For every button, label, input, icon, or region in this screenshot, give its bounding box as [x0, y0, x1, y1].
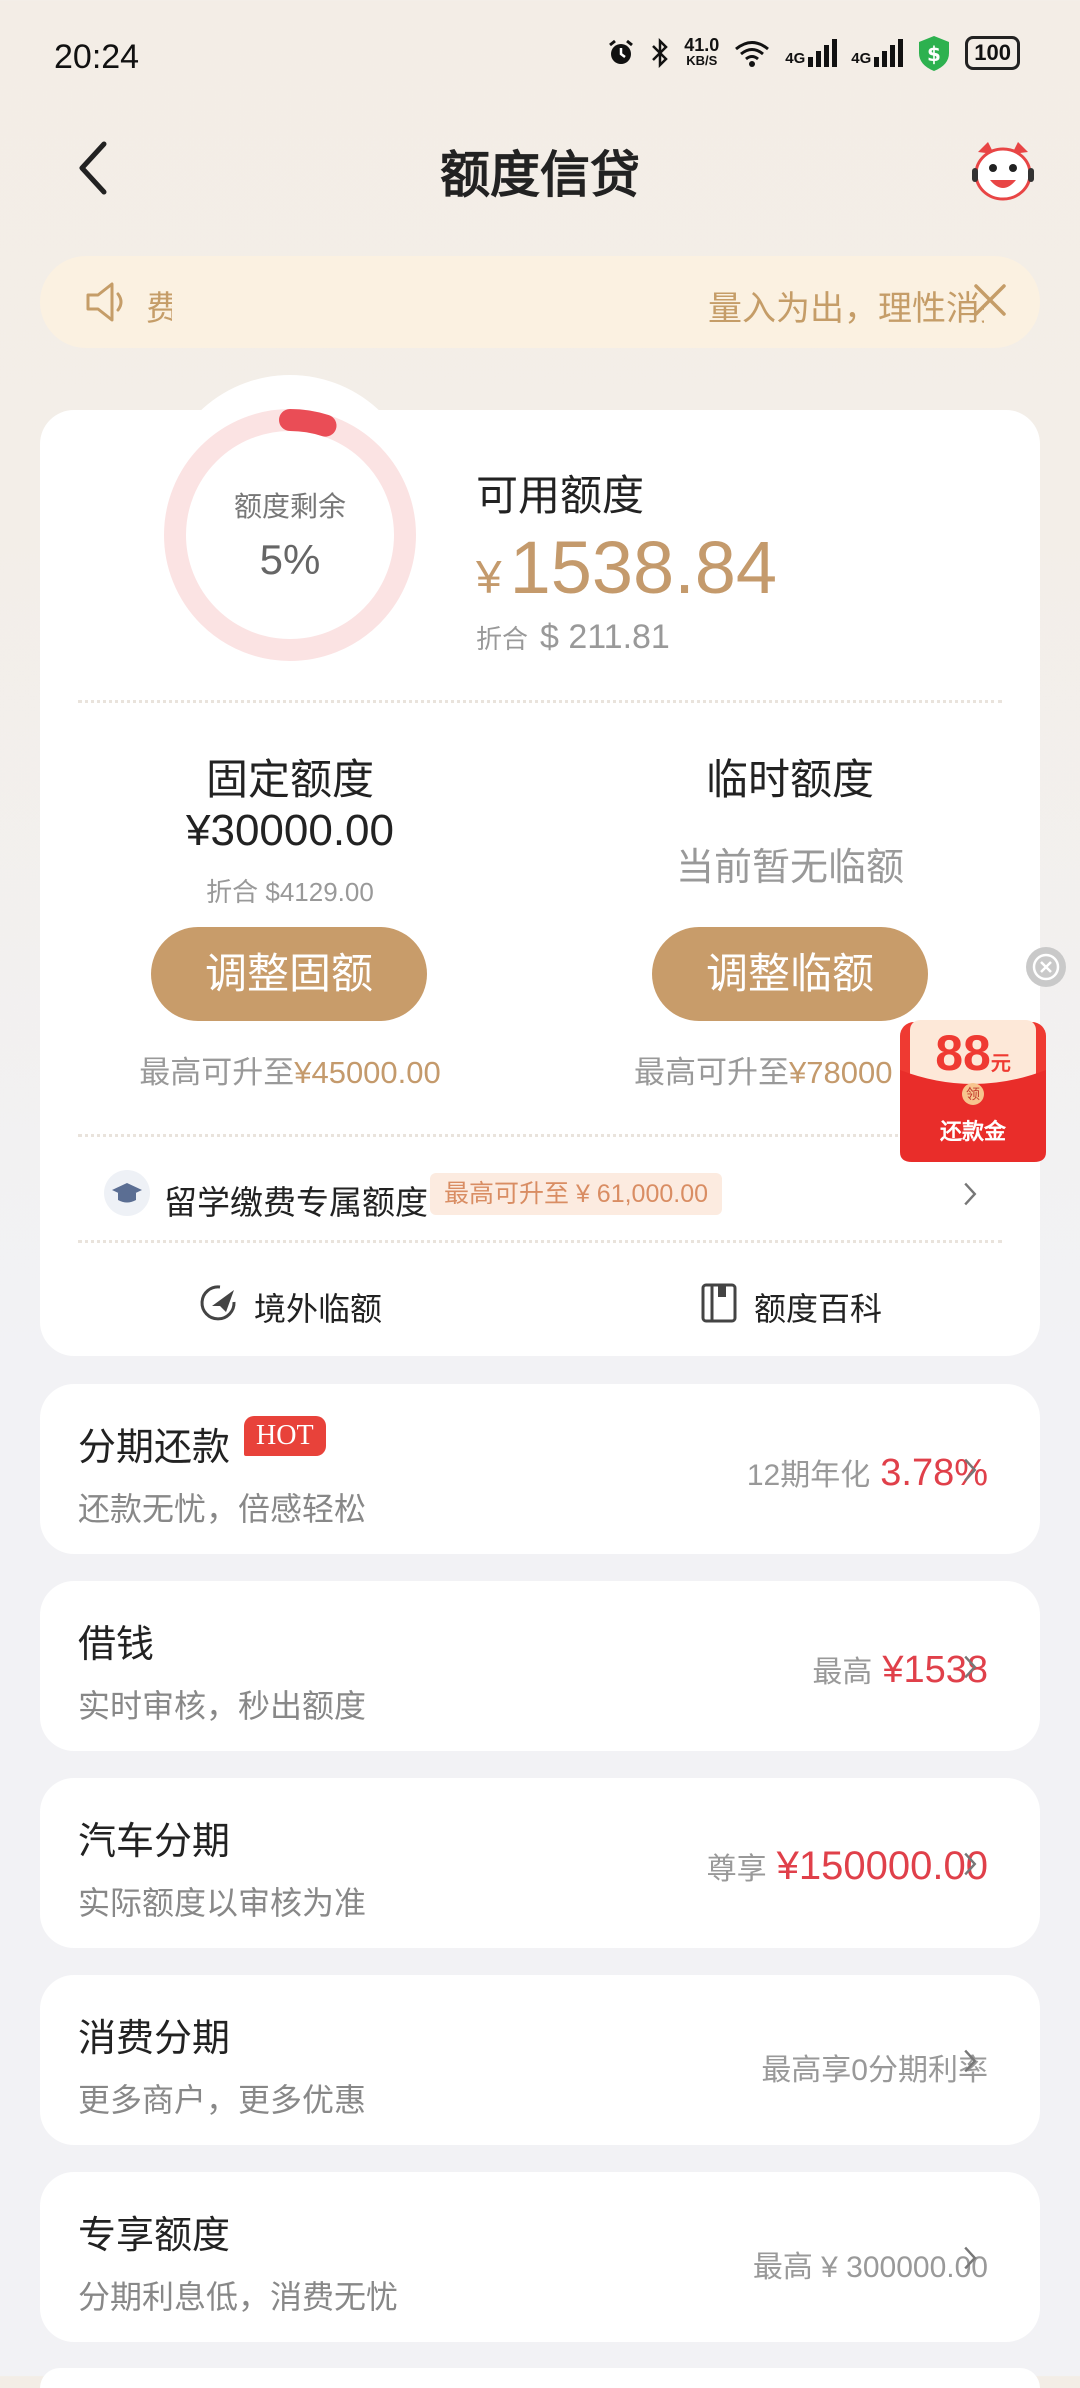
speaker-icon	[86, 282, 123, 322]
adjust-temp-button[interactable]: 调整临额	[652, 927, 928, 1021]
ring-percent: 5%	[259, 536, 321, 583]
row-subtitle: 实际额度以审核为准	[78, 1885, 367, 1921]
row-subtitle: 实时审核，秒出额度	[78, 1688, 367, 1724]
fixed-quota-usd: 折合 $4129.00	[206, 877, 374, 907]
page-title: 额度信贷	[440, 147, 640, 203]
row-title: 汽车分期	[78, 1821, 231, 1863]
signal-4g-1: 4G	[785, 39, 838, 67]
graduation-cap-icon	[104, 1170, 150, 1216]
battery-indicator: 100	[965, 36, 1020, 70]
row-subtitle: 分期利息低，消费无忧	[78, 2279, 399, 2315]
available-usd: 折合 $ 211.81	[476, 618, 670, 657]
temp-quota-title: 临时额度	[705, 756, 874, 803]
available-amount-value: 1538.84	[509, 526, 778, 609]
close-icon[interactable]	[968, 278, 1012, 322]
ring-label: 额度剩余	[233, 491, 346, 522]
chevron-right-icon[interactable]	[962, 1456, 978, 1484]
next-card-edge	[40, 2368, 1040, 2388]
repayment-coupon[interactable]: 88元 领 还款金	[894, 1020, 1052, 1166]
row-right-info: 尊享 ¥150000.00	[706, 1844, 988, 1888]
mascot-avatar-icon[interactable]	[968, 138, 1038, 204]
coupon-amount: 88元	[935, 1025, 1011, 1081]
chevron-right-icon[interactable]	[962, 1850, 978, 1878]
bluetooth-icon	[652, 38, 668, 68]
row-title: 借钱	[78, 1624, 155, 1666]
notice-text-fragment: 费	[146, 290, 172, 328]
shield-dollar-icon: $	[919, 36, 950, 71]
row-subtitle: 更多商户，更多优惠	[78, 2082, 367, 2118]
divider	[78, 1240, 1002, 1243]
available-label: 可用额度	[476, 472, 645, 519]
chevron-right-icon[interactable]	[962, 2244, 978, 2272]
temp-quota-status: 当前暂无临额	[675, 847, 904, 889]
overseas-temp-link[interactable]: 境外临额	[254, 1284, 382, 1330]
row-subtitle: 还款无忧，倍感轻松	[78, 1491, 367, 1527]
notice-text: 量入为出，理性消费	[708, 290, 984, 328]
float-close-button[interactable]	[1026, 947, 1066, 987]
divider	[78, 700, 1002, 703]
chevron-right-icon[interactable]	[962, 2047, 978, 2075]
coupon-badge: 领	[966, 1086, 980, 1102]
overseas-plane-icon	[200, 1285, 236, 1321]
coupon-label: 还款金	[939, 1119, 1006, 1144]
row-title: 消费分期	[78, 2018, 231, 2060]
signal-4g-2: 4G	[851, 39, 904, 67]
alarm-icon	[609, 39, 634, 64]
currency-symbol: ¥	[476, 551, 502, 603]
book-icon	[701, 1283, 737, 1323]
notice-bar[interactable]: 费 量入为出，理性消费	[40, 256, 1040, 348]
remaining-ring	[164, 409, 416, 661]
fixed-quota-amount: ¥30000.00	[186, 806, 394, 855]
quota-wiki-link[interactable]: 额度百科	[754, 1284, 882, 1330]
temp-limit-note: 最高可升至¥78000.00	[634, 1055, 894, 1090]
row-right-info: 12期年化 3.78%	[746, 1452, 988, 1494]
chevron-right-icon[interactable]	[962, 1180, 978, 1208]
status-icons: 41.0 KB/S 4G 4G $ 100	[606, 34, 1020, 72]
study-quota-label[interactable]: 留学缴费专属额度	[164, 1176, 428, 1224]
row-title: 专享额度	[78, 2215, 231, 2257]
available-amount: ¥1538.84	[476, 525, 777, 610]
adjust-fixed-button[interactable]: 调整固额	[151, 927, 427, 1021]
row-right-info: 最高 ¥ 300000.00	[752, 2251, 988, 2284]
hot-badge: HOT	[244, 1416, 326, 1456]
divider	[78, 1134, 1002, 1137]
fixed-quota-title: 固定额度	[205, 756, 374, 803]
usd-amount: $ 211.81	[540, 618, 670, 656]
svg-text:$: $	[927, 42, 941, 66]
row-right-info: 最高享0分期利率	[761, 2054, 988, 2087]
row-title: 分期还款	[78, 1427, 231, 1469]
wifi-icon	[735, 41, 770, 67]
network-speed: 41.0 KB/S	[684, 35, 720, 68]
usd-prefix: 折合	[476, 624, 529, 654]
chevron-right-icon[interactable]	[962, 1653, 978, 1681]
study-quota-tag: 最高可升至 ¥ 61,000.00	[430, 1173, 723, 1215]
status-time: 20:24	[54, 38, 140, 76]
fixed-limit-note: 最高可升至¥45000.00	[139, 1055, 441, 1090]
